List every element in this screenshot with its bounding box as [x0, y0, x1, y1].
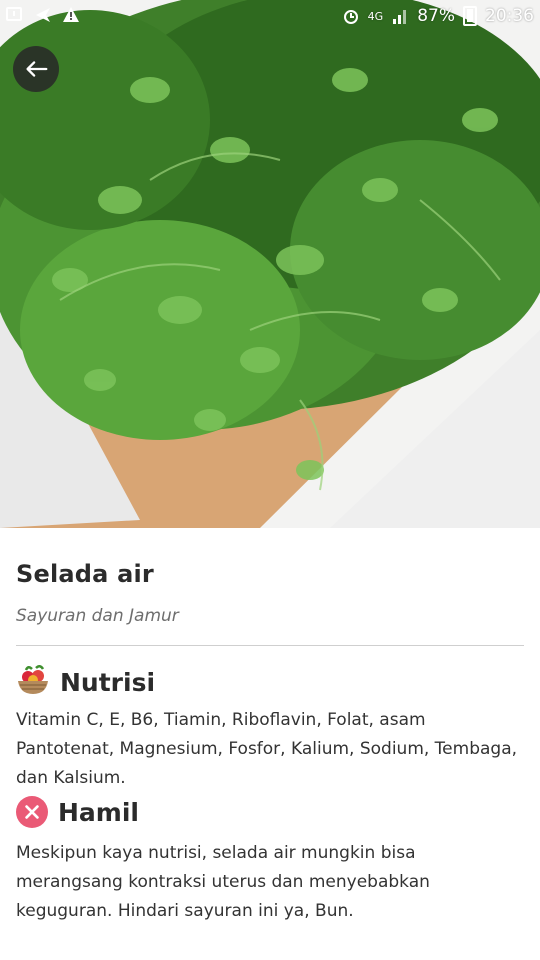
close-circle-icon: [16, 796, 48, 828]
food-title: Selada air: [16, 560, 154, 588]
divider: [16, 645, 524, 646]
notification-icon: [6, 6, 24, 24]
battery-percent: 87%: [417, 6, 455, 26]
network-type: 4G: [367, 9, 384, 23]
signal-icon: [391, 7, 409, 25]
pregnancy-heading: Hamil: [58, 797, 139, 827]
food-category: Sayuran dan Jamur: [16, 606, 179, 626]
pregnancy-text: Meskipun kaya nutrisi, selada air mungki…: [16, 843, 430, 921]
arrow-left-icon: [26, 61, 48, 77]
nutrition-heading: Nutrisi: [60, 667, 156, 697]
navigation-arrow-icon: [34, 6, 52, 24]
alarm-icon: [342, 7, 360, 25]
nutrition-header: Nutrisi: [16, 664, 155, 700]
pregnancy-header: Hamil: [16, 796, 139, 828]
status-bar: 4G 87% 20:36: [0, 0, 540, 34]
hero-image: [0, 0, 540, 528]
clock: 20:36: [485, 6, 534, 26]
nutrition-text: Vitamin C, E, B6, Tiamin, Riboflavin, Fo…: [16, 710, 518, 788]
battery-icon: [463, 6, 477, 26]
warning-icon: [62, 6, 80, 24]
fruit-basket-icon: [16, 664, 50, 700]
back-button[interactable]: [13, 46, 59, 92]
